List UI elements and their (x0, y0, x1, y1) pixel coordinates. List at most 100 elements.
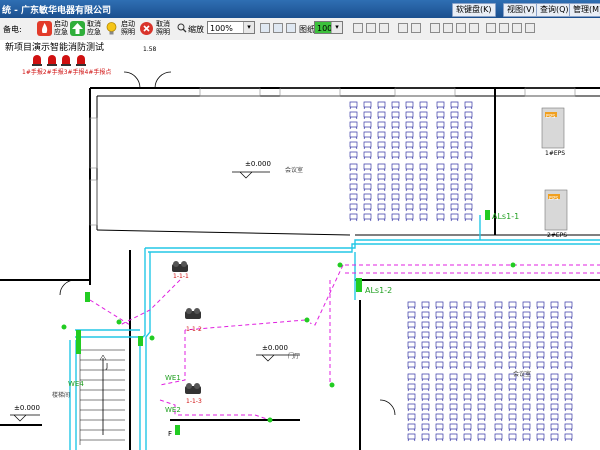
tool-icon[interactable] (486, 23, 496, 33)
chair (536, 331, 545, 340)
chair (463, 373, 472, 382)
cancel-emergency-label: 取消应急 (87, 20, 101, 36)
chair (449, 393, 458, 402)
chair (436, 183, 445, 192)
mirror-icon[interactable] (456, 23, 466, 33)
fit-icon[interactable] (286, 23, 296, 33)
chair (564, 351, 573, 360)
start-lighting-button[interactable]: 启动照明 (104, 20, 138, 38)
chair (550, 423, 559, 432)
chair (449, 341, 458, 350)
chair (550, 413, 559, 422)
settings-icon[interactable] (499, 23, 509, 33)
chair (464, 193, 473, 202)
align-center-icon[interactable] (366, 23, 376, 33)
chair (508, 393, 517, 402)
chair (477, 311, 486, 320)
chair (405, 183, 414, 192)
layer-select[interactable]: 100% ▾ (314, 21, 343, 34)
chair (377, 131, 386, 140)
chair (550, 361, 559, 370)
chair (477, 351, 486, 360)
chair (405, 213, 414, 222)
chair (391, 203, 400, 212)
floor-plan-canvas[interactable]: 新项目演示智能消防测试 1#手报2#手报3#手报4#手报点 ±0.000 会议室… (0, 40, 600, 450)
chair (564, 331, 573, 340)
menu-query[interactable]: 查询(Q) (536, 3, 573, 17)
cancel-emergency-button[interactable]: 取消应急 (70, 20, 104, 38)
zoom-out-icon[interactable] (273, 23, 283, 33)
undo-icon[interactable] (512, 23, 522, 33)
chair (405, 203, 414, 212)
chair (564, 361, 573, 370)
emergency-bus-wiring (69, 215, 600, 450)
align-right-icon[interactable] (379, 23, 389, 33)
sensor (304, 317, 310, 323)
chair (435, 393, 444, 402)
eps-label: EPS (549, 196, 559, 202)
start-emergency-button[interactable]: 启动应急 (37, 20, 71, 38)
menu-soft-keyboard[interactable]: 软键盘(K) (452, 3, 496, 17)
flip-icon[interactable] (443, 23, 453, 33)
chair (407, 341, 416, 350)
chair (564, 341, 573, 350)
eps-id: 2#EPS (547, 232, 568, 239)
window (279, 87, 341, 97)
zoom-in-icon[interactable] (260, 23, 270, 33)
stairs (79, 349, 125, 445)
chair (436, 203, 445, 212)
chair (349, 101, 358, 110)
chair (536, 351, 545, 360)
align-middle-icon[interactable] (411, 23, 421, 33)
bus-line (139, 248, 146, 450)
chair (449, 403, 458, 412)
chair (522, 311, 531, 320)
chair (450, 151, 459, 160)
chair (477, 423, 486, 432)
device (76, 330, 81, 354)
chair (477, 393, 486, 402)
group-icon[interactable] (469, 23, 479, 33)
sensor (510, 262, 516, 268)
chair (449, 311, 458, 320)
chair (407, 311, 416, 320)
chair (463, 413, 472, 422)
redo-icon[interactable] (525, 23, 535, 33)
chair (435, 351, 444, 360)
cancel-lighting-button[interactable]: 取消照明 (139, 20, 173, 38)
chair (421, 351, 430, 360)
chair (405, 121, 414, 130)
chair (464, 163, 473, 172)
elevation-label: ±0.000 (245, 160, 271, 168)
chair (449, 331, 458, 340)
chair (550, 373, 559, 382)
device (175, 425, 180, 435)
chair (550, 311, 559, 320)
chair (494, 321, 503, 330)
circuit-label: ALs1-1 (492, 212, 520, 221)
elevation-label: ±0.000 (262, 344, 288, 352)
chair (564, 433, 573, 442)
chair (450, 111, 459, 120)
chair (536, 361, 545, 370)
chair (435, 383, 444, 392)
chair (564, 301, 573, 310)
zoom-select[interactable]: 100% ▾ (207, 21, 255, 34)
menu-manage[interactable]: 管理(M) (569, 3, 600, 17)
chair (419, 151, 428, 160)
chair (349, 173, 358, 182)
chair (407, 423, 416, 432)
rotate-icon[interactable] (430, 23, 440, 33)
chair (463, 403, 472, 412)
chair (421, 301, 430, 310)
menu-view[interactable]: 视图(V) (503, 3, 539, 17)
chair (436, 213, 445, 222)
chair (421, 341, 430, 350)
dimension-label: 1.58 (143, 46, 157, 53)
align-top-icon[interactable] (398, 23, 408, 33)
align-left-icon[interactable] (353, 23, 363, 33)
chair (536, 383, 545, 392)
chair (564, 403, 573, 412)
chair (494, 393, 503, 402)
circuit-label: ALs1-2 (365, 286, 393, 295)
